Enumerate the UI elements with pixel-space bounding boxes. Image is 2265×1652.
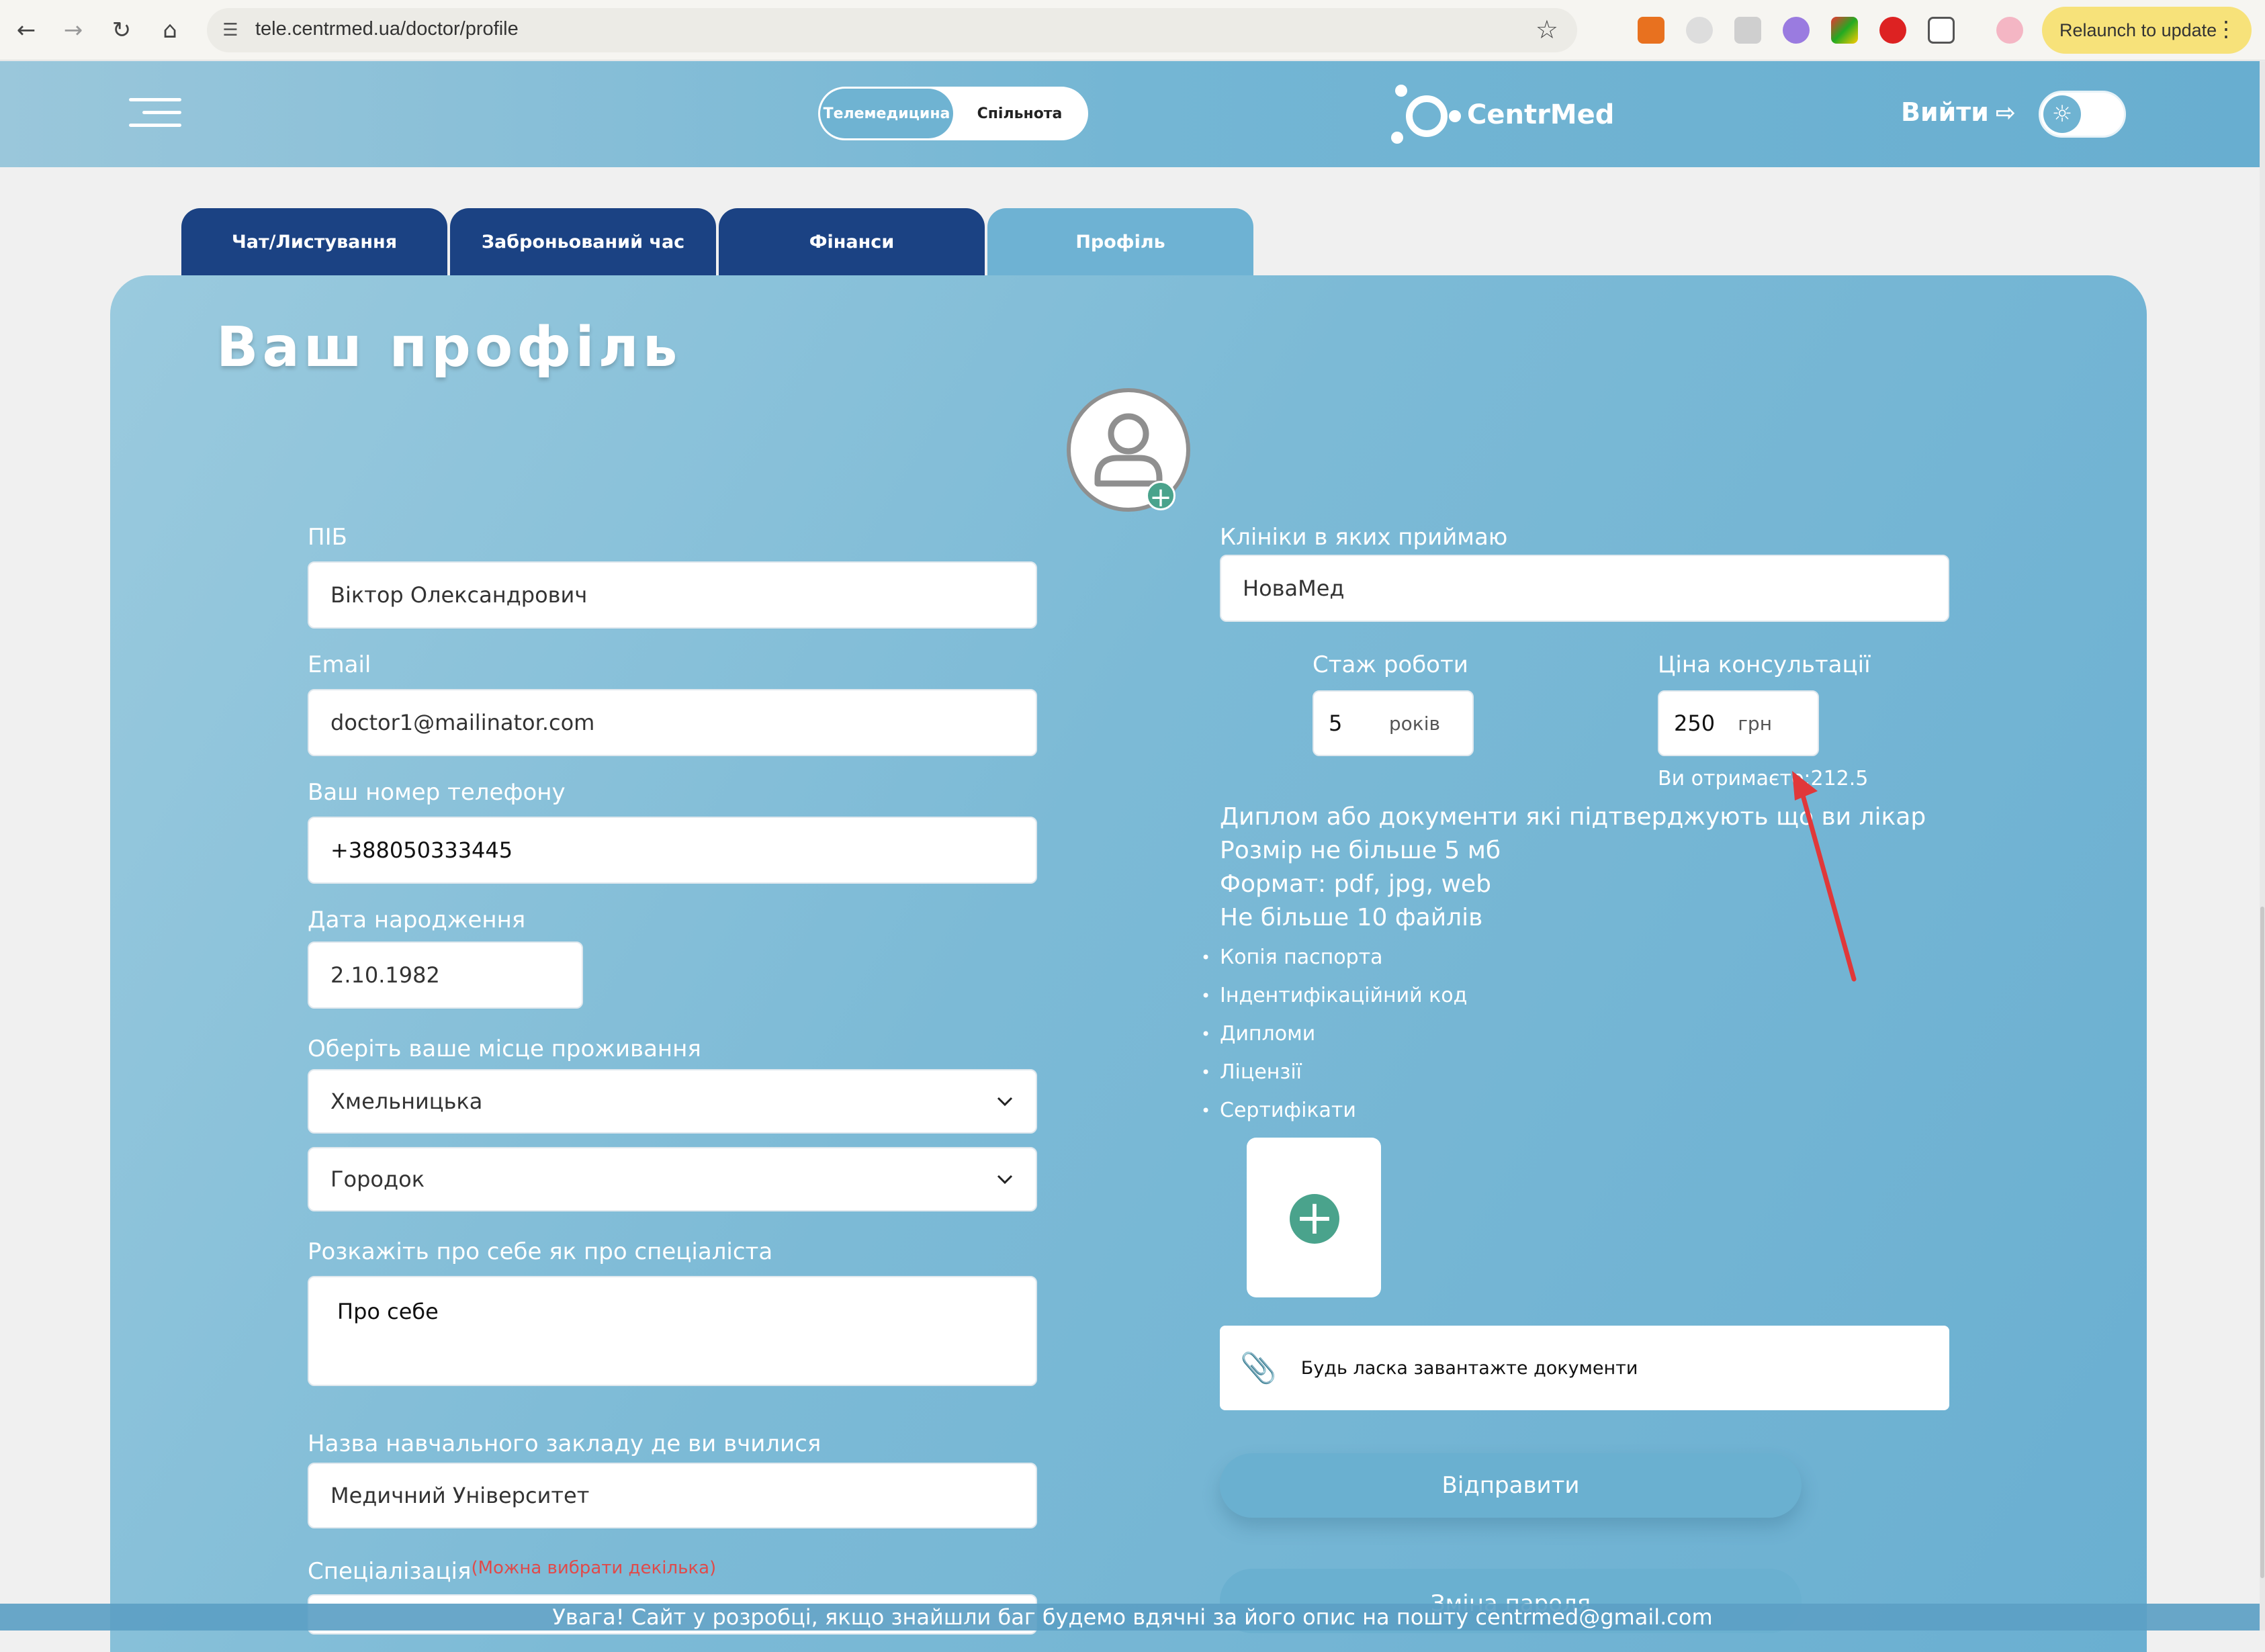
- tab-chat[interactable]: Чат/Листування: [181, 208, 447, 275]
- extension-office-icon[interactable]: [1638, 17, 1664, 44]
- extension-grammar-icon[interactable]: [1686, 17, 1713, 44]
- specialization-label-text: Спеціалізація: [308, 1558, 472, 1585]
- bullet: •: [1201, 1025, 1211, 1044]
- upload-documents-field[interactable]: 📎 Будь ласка завантажте документи: [1220, 1326, 1949, 1410]
- experience-unit: років: [1388, 712, 1440, 735]
- add-document-button[interactable]: +: [1247, 1138, 1381, 1297]
- tab-profile[interactable]: Профіль: [987, 208, 1253, 275]
- birth-date-input[interactable]: 2.10.1982: [308, 942, 583, 1009]
- sun-icon: ☼: [2043, 95, 2081, 133]
- browser-toolbar: ← → ↻ ⌂ ☰ tele.centrmed.ua/doctor/profil…: [0, 0, 2265, 60]
- tab-finance[interactable]: Фінанси: [719, 208, 985, 275]
- add-photo-icon[interactable]: +: [1146, 481, 1175, 512]
- home-icon[interactable]: ⌂: [153, 13, 187, 47]
- document-list-item: Копія паспорта: [1220, 946, 1383, 969]
- app-header: Телемедицина Спільнота CentrMed Вийти ⇨ ☼: [0, 61, 2265, 167]
- about-textarea[interactable]: Про себе: [308, 1276, 1037, 1386]
- city-select[interactable]: Городок: [308, 1147, 1037, 1211]
- logout-button[interactable]: Вийти ⇨: [1901, 97, 2016, 127]
- scrollbar-thumb[interactable]: [2260, 907, 2264, 1578]
- documents-info-line: Розмір не більше 5 мб: [1220, 837, 1501, 864]
- hamburger-menu-icon[interactable]: [129, 98, 181, 132]
- reload-icon[interactable]: ↻: [105, 13, 138, 47]
- chevron-down-icon: [997, 1175, 1013, 1185]
- price-label: Ціна консультації: [1658, 651, 1871, 678]
- experience-value: 5: [1329, 710, 1343, 736]
- experience-input[interactable]: 5 років: [1313, 690, 1474, 756]
- chevron-down-icon: [997, 1097, 1013, 1107]
- city-value: Городок: [330, 1166, 425, 1192]
- full-name-label: ПІБ: [308, 524, 347, 551]
- education-input[interactable]: Медичний Університет: [308, 1463, 1037, 1528]
- address-bar[interactable]: ☰ tele.centrmed.ua/doctor/profile ☆: [207, 8, 1577, 52]
- document-list-item: Дипломи: [1220, 1022, 1316, 1046]
- phone-label: Ваш номер телефону: [308, 779, 566, 806]
- bullet: •: [1201, 948, 1211, 967]
- documents-info-line: Формат: pdf, jpg, web: [1220, 870, 1491, 898]
- tab-booked-time[interactable]: Заброньований час: [450, 208, 716, 275]
- mode-switch[interactable]: Телемедицина Спільнота: [818, 87, 1088, 140]
- upload-documents-text: Будь ласка завантажте документи: [1300, 1357, 1638, 1379]
- price-value: 250: [1674, 710, 1716, 736]
- logout-arrow-icon: ⇨: [1995, 99, 2016, 127]
- birth-date-label: Дата народження: [308, 907, 526, 933]
- about-label: Розкажіть про себе як про спеціаліста: [308, 1238, 773, 1265]
- centrmed-logo[interactable]: CentrMed: [1388, 81, 1614, 148]
- bookmark-star-icon[interactable]: ☆: [1536, 15, 1558, 44]
- submit-button[interactable]: Відправити: [1220, 1453, 1802, 1518]
- logo-mark-icon: [1388, 81, 1462, 148]
- full-name-input[interactable]: Віктор Олександрович: [308, 561, 1037, 629]
- clinics-input[interactable]: НоваМед: [1220, 555, 1949, 622]
- extension-camera-icon[interactable]: [1734, 17, 1761, 44]
- menu-dots-icon[interactable]: ⋮: [2215, 16, 2237, 42]
- bullet: •: [1201, 1101, 1211, 1120]
- document-list-item: Сертифікати: [1220, 1099, 1356, 1122]
- phone-input[interactable]: +388050333445: [308, 817, 1037, 884]
- site-info-icon[interactable]: ☰: [214, 13, 247, 47]
- document-list-item: Індентифікаційний код: [1220, 984, 1468, 1007]
- dev-notice-banner: Увага! Сайт у розробці, якщо знайшли баг…: [0, 1604, 2265, 1631]
- clinics-label: Клініки в яких приймаю: [1220, 524, 1508, 551]
- education-label: Назва навчального закладу де ви вчилися: [308, 1430, 821, 1457]
- specialization-hint: (Можна вибрати декілька): [471, 1558, 717, 1578]
- page-title: Ваш профіль: [216, 316, 682, 379]
- extension-ghost-icon[interactable]: [1783, 17, 1810, 44]
- mode-telemedicine[interactable]: Телемедицина: [820, 89, 953, 138]
- theme-toggle[interactable]: ☼: [2039, 91, 2126, 138]
- document-list-item: Ліцензії: [1220, 1060, 1302, 1084]
- email-label: Email: [308, 651, 371, 678]
- extensions-puzzle-icon[interactable]: [1928, 17, 1955, 44]
- residence-label: Оберіть ваше місце проживання: [308, 1036, 701, 1062]
- region-select[interactable]: Хмельницька: [308, 1069, 1037, 1134]
- logout-label: Вийти: [1901, 97, 1989, 127]
- region-value: Хмельницька: [330, 1089, 483, 1114]
- logo-text: CentrMed: [1467, 99, 1615, 130]
- bullet: •: [1201, 1063, 1211, 1082]
- bullet: •: [1201, 986, 1211, 1005]
- url-text[interactable]: tele.centrmed.ua/doctor/profile: [255, 18, 519, 40]
- forward-icon[interactable]: →: [56, 13, 90, 47]
- price-input[interactable]: 250 грн: [1658, 690, 1819, 756]
- plus-icon: +: [1290, 1194, 1339, 1244]
- documents-info-line: Не більше 10 файлів: [1220, 904, 1483, 931]
- back-icon[interactable]: ←: [9, 13, 43, 47]
- extension-color-icon[interactable]: [1831, 17, 1858, 44]
- relaunch-button[interactable]: Relaunch to update ⋮: [2042, 7, 2252, 54]
- paperclip-icon: 📎: [1240, 1351, 1277, 1385]
- specialization-label: Спеціалізація(Можна вибрати декілька): [308, 1558, 716, 1585]
- email-input[interactable]: doctor1@mailinator.com: [308, 689, 1037, 756]
- price-unit: грн: [1738, 712, 1772, 735]
- extension-seo-icon[interactable]: [1879, 17, 1906, 44]
- profile-avatar-icon[interactable]: [1996, 17, 2023, 44]
- annotation-arrow-icon: [1792, 771, 1857, 982]
- relaunch-label: Relaunch to update: [2059, 19, 2217, 40]
- experience-label: Стаж роботи: [1313, 651, 1468, 678]
- mode-community[interactable]: Спільнота: [953, 89, 1086, 138]
